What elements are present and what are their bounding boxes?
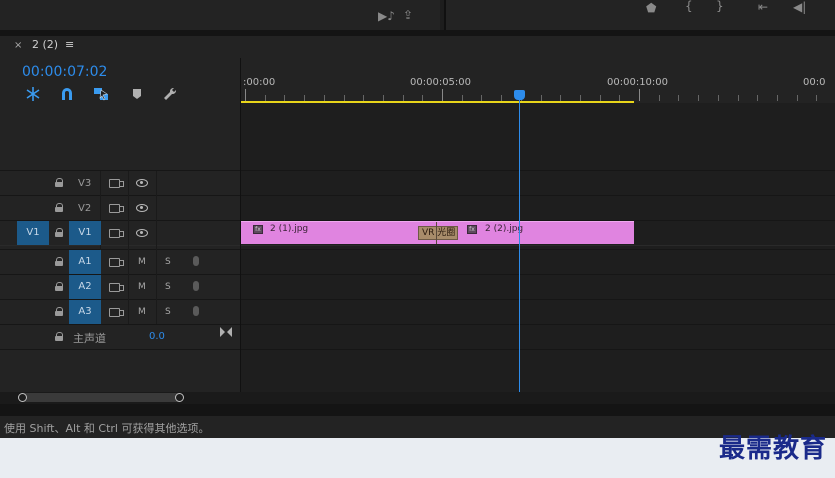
ruler-tick [777, 95, 778, 101]
sync-lock-icon[interactable] [109, 204, 124, 213]
track-lock-icon[interactable] [55, 282, 64, 291]
voiceover-mic-icon[interactable] [193, 306, 199, 316]
track-name-v3[interactable]: V3 [78, 178, 91, 189]
track-lock-icon[interactable] [55, 178, 64, 187]
track-target-v1[interactable]: V1 [69, 221, 101, 245]
solo-button[interactable]: S [165, 282, 171, 292]
clip-name: 2 (2).jpg [485, 224, 524, 234]
edit-point [436, 222, 437, 244]
track-divider [0, 349, 835, 350]
ruler-tick [757, 95, 758, 101]
ruler-label: 00:00:05:00 [410, 77, 472, 88]
playhead-handle[interactable] [514, 90, 525, 100]
ruler-tick [245, 89, 246, 101]
ruler-tick [718, 95, 719, 101]
track-divider [0, 249, 835, 250]
track-divider [0, 195, 835, 196]
add-marker-icon[interactable]: ⬟ [646, 2, 656, 14]
toggle-output-eye-icon[interactable] [136, 204, 148, 212]
ruler-tick [678, 95, 679, 101]
insert-icon[interactable]: ▶♪ [378, 10, 395, 22]
ruler-tick [639, 89, 640, 101]
source-patch-v1[interactable]: V1 [17, 221, 49, 245]
track-target-a2[interactable]: A2 [69, 275, 101, 299]
status-hint: 使用 Shift、Alt 和 Ctrl 可获得其他选项。 [4, 422, 210, 435]
mute-button[interactable]: M [138, 282, 146, 292]
snap-icon[interactable] [59, 86, 75, 102]
track-lock-icon[interactable] [55, 307, 64, 316]
sync-lock-icon[interactable] [109, 308, 124, 317]
ruler-tick [442, 89, 443, 101]
track-lock-icon[interactable] [55, 257, 64, 266]
mute-button[interactable]: M [138, 307, 146, 317]
panel-gap [0, 404, 835, 416]
time-ruler[interactable] [241, 58, 835, 103]
ruler-tick [816, 95, 817, 101]
ruler-tick [738, 95, 739, 101]
voiceover-mic-icon[interactable] [193, 256, 199, 266]
zoom-scroll-bar[interactable] [18, 393, 183, 402]
mark-out-icon[interactable]: } [716, 0, 724, 12]
track-divider [0, 324, 835, 325]
playhead-line[interactable] [519, 96, 520, 392]
export-frame-icon[interactable]: ⇪ [403, 9, 413, 21]
header-column-divider [156, 171, 157, 324]
go-to-in-icon[interactable]: ⇤ [758, 1, 768, 13]
track-target-a3[interactable]: A3 [69, 300, 101, 324]
program-monitor-controls [446, 0, 835, 30]
master-volume-value[interactable]: 0.0 [149, 331, 165, 342]
ruler-label: 00:0 [803, 77, 826, 88]
footer-band [0, 438, 835, 478]
step-back-icon[interactable]: ◀| [793, 1, 806, 13]
video-audio-divider [0, 245, 835, 246]
source-monitor-controls [0, 0, 440, 30]
solo-button[interactable]: S [165, 257, 171, 267]
master-track-label: 主声道 [73, 332, 106, 345]
nest-sequence-icon[interactable] [25, 86, 41, 102]
mute-button[interactable]: M [138, 257, 146, 267]
ruler-tick [797, 95, 798, 101]
ruler-label: 00:00:10:00 [607, 77, 669, 88]
zoom-handle-right[interactable] [175, 393, 184, 402]
ruler-tick [659, 95, 660, 101]
solo-button[interactable]: S [165, 307, 171, 317]
fx-badge-icon: fx [467, 225, 477, 234]
linked-selection-icon[interactable] [93, 86, 109, 102]
ruler-tick [698, 95, 699, 101]
ruler-label: :00:00 [243, 77, 276, 88]
add-marker-icon[interactable] [130, 86, 146, 102]
voiceover-mic-icon[interactable] [193, 281, 199, 291]
tab-menu-icon[interactable]: ≡ [65, 38, 74, 51]
toggle-output-eye-icon[interactable] [136, 179, 148, 187]
track-lock-icon[interactable] [55, 332, 64, 341]
toggle-output-eye-icon[interactable] [136, 229, 148, 237]
clip-name: 2 (1).jpg [270, 224, 309, 234]
track-divider [0, 299, 835, 300]
fx-badge-icon: fx [253, 225, 263, 234]
header-column-divider [128, 171, 129, 324]
track-target-a1[interactable]: A1 [69, 250, 101, 274]
sync-lock-icon[interactable] [109, 283, 124, 292]
playhead-timecode[interactable]: 00:00:07:02 [22, 64, 107, 80]
track-divider [0, 274, 835, 275]
sync-lock-icon[interactable] [109, 258, 124, 267]
track-lock-icon[interactable] [55, 228, 64, 237]
header-divider[interactable] [240, 58, 241, 392]
wrench-icon[interactable] [162, 86, 178, 102]
tab-close-icon[interactable]: × [14, 40, 22, 51]
sequence-tab-title[interactable]: 2 (2) [32, 38, 58, 51]
watermark-logo: 最需教育 [718, 434, 827, 464]
transition-block[interactable]: VR 光圈 [418, 226, 458, 240]
mark-in-icon[interactable]: { [685, 0, 693, 12]
track-name-v2[interactable]: V2 [78, 203, 91, 214]
sync-lock-icon[interactable] [109, 179, 124, 188]
track-divider [0, 170, 835, 171]
go-to-end-icon[interactable] [220, 327, 232, 337]
sync-lock-icon[interactable] [109, 229, 124, 238]
zoom-handle-left[interactable] [18, 393, 27, 402]
track-lock-icon[interactable] [55, 203, 64, 212]
